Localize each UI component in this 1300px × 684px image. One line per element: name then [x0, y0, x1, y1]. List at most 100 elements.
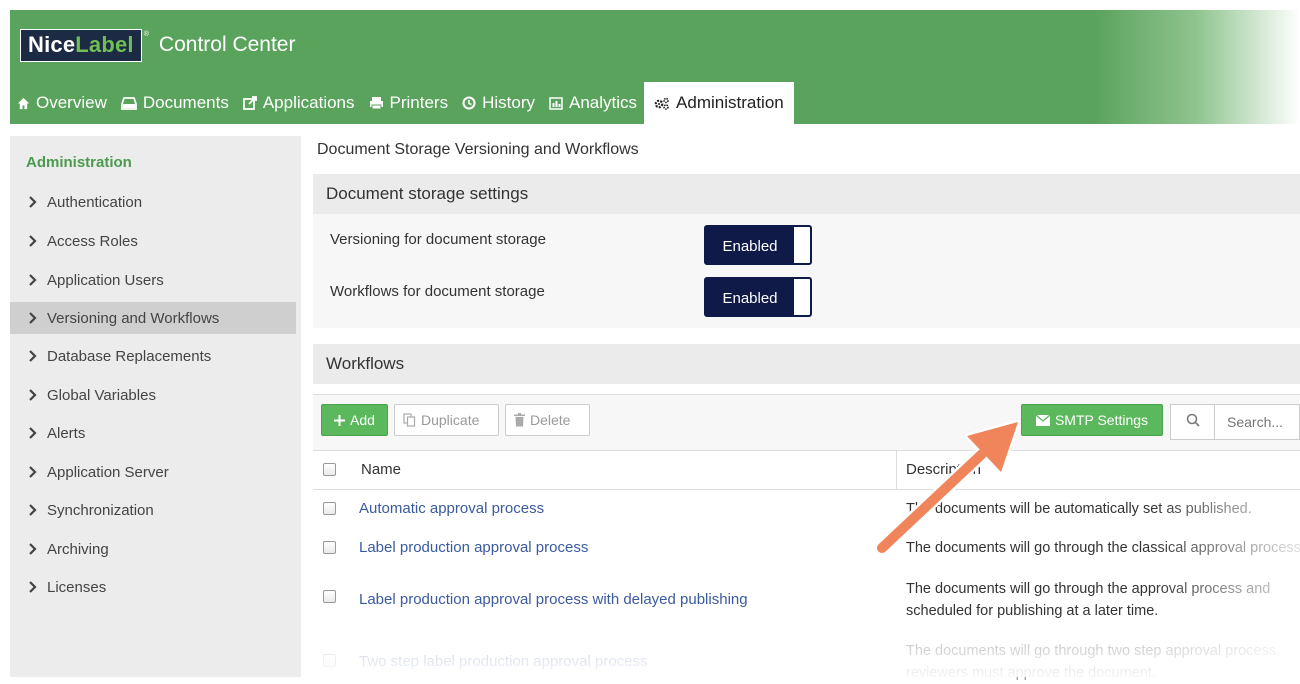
- select-all-checkbox[interactable]: [323, 463, 336, 476]
- drive-icon: [120, 96, 137, 110]
- chevron-right-icon: [28, 427, 38, 439]
- row-description: The documents will go through the approv…: [906, 578, 1270, 622]
- sidebar-item-label: Licenses: [47, 578, 107, 596]
- add-button[interactable]: Add: [321, 404, 388, 436]
- tab-label: Administration: [676, 93, 784, 112]
- tab-applications[interactable]: Applications: [236, 82, 362, 124]
- tab-documents[interactable]: Documents: [114, 82, 236, 124]
- sidebar-item-label: Application Users: [47, 271, 164, 289]
- tab-label: History: [482, 93, 535, 112]
- sidebar-item-label: Global Variables: [47, 386, 156, 404]
- bar-chart-icon: [549, 96, 563, 110]
- printer-icon: [369, 96, 384, 110]
- chevron-right-icon: [28, 235, 38, 247]
- description-line: The documents will be automatically set …: [906, 501, 1252, 517]
- column-header-name[interactable]: Name: [361, 461, 401, 478]
- sidebar-item-licenses[interactable]: Licenses: [10, 571, 296, 603]
- envelope-icon: [1035, 414, 1050, 426]
- sidebar-item-label: Application Server: [47, 463, 169, 481]
- sidebar-item-label: Access Roles: [47, 232, 138, 250]
- sidebar-item-authentication[interactable]: Authentication: [10, 186, 296, 218]
- sidebar-item-label: Alerts: [47, 424, 86, 442]
- sidebar-title: Administration: [26, 154, 132, 171]
- tab-label: Applications: [262, 93, 355, 112]
- row-checkbox[interactable]: [323, 590, 336, 603]
- sidebar-item-alerts[interactable]: Alerts: [10, 417, 296, 449]
- row-name-link[interactable]: Automatic approval process: [359, 500, 544, 517]
- row-checkbox[interactable]: [323, 502, 336, 515]
- tab-label: Analytics: [569, 93, 638, 112]
- row-checkbox[interactable]: [323, 654, 336, 667]
- tab-label: Documents: [142, 93, 229, 112]
- trash-icon: [514, 413, 525, 427]
- sidebar-item-label: Synchronization: [47, 501, 154, 519]
- chevron-right-icon: [28, 312, 38, 324]
- description-line: The documents will go through two step a…: [906, 643, 1280, 659]
- versioning-toggle[interactable]: Enabled: [704, 225, 812, 265]
- home-icon: [17, 97, 30, 110]
- sidebar-item-label: Versioning and Workflows: [47, 309, 220, 327]
- duplicate-button[interactable]: Duplicate: [394, 404, 499, 436]
- tab-history[interactable]: History: [455, 82, 542, 124]
- page-title: Document Storage Versioning and Workflow…: [317, 141, 639, 158]
- row-name-link[interactable]: Label production approval process: [359, 539, 588, 556]
- sidebar-item-global-variables[interactable]: Global Variables: [10, 379, 296, 411]
- sidebar-item-access-roles[interactable]: Access Roles: [10, 225, 296, 257]
- toggle-state: Enabled: [706, 279, 794, 315]
- toggle-state: Enabled: [706, 227, 794, 263]
- add-label: Add: [350, 412, 375, 428]
- registered-mark: ®: [143, 31, 149, 38]
- external-link-icon: [242, 96, 257, 110]
- smtp-settings-button[interactable]: SMTP Settings: [1021, 404, 1163, 436]
- sidebar-item-archiving[interactable]: Archiving: [10, 533, 296, 565]
- description-line: reviewers must approve the document.: [906, 665, 1156, 681]
- main-tabs: Overview Documents Applications Printers…: [10, 82, 794, 124]
- table-header: [313, 450, 1300, 490]
- row-description: The documents will go through the classi…: [906, 537, 1300, 559]
- row-description: The documents will be automatically set …: [906, 498, 1252, 520]
- app-title: Control Center: [158, 33, 296, 56]
- description-line: scheduled for publishing at a later time…: [906, 603, 1159, 619]
- search-icon: [1186, 413, 1200, 432]
- clock-icon: [462, 96, 476, 110]
- chevron-right-icon: [28, 581, 38, 593]
- copy-icon: [403, 413, 416, 427]
- row-checkbox[interactable]: [323, 541, 336, 554]
- delete-button[interactable]: Delete: [505, 404, 590, 436]
- logo-nice: Nice: [28, 31, 76, 57]
- tab-label: Overview: [36, 93, 107, 112]
- tab-printers[interactable]: Printers: [362, 82, 456, 124]
- sidebar-item-versioning-and-workflows[interactable]: Versioning and Workflows: [10, 302, 296, 334]
- chevron-right-icon: [28, 389, 38, 401]
- search-group: [1170, 404, 1300, 440]
- description-line: The documents will go through the classi…: [906, 540, 1300, 556]
- search-button[interactable]: [1171, 405, 1215, 439]
- search-input[interactable]: [1215, 405, 1299, 439]
- chevron-right-icon: [28, 350, 38, 362]
- smtp-label: SMTP Settings: [1054, 412, 1149, 428]
- sidebar-item-synchronization[interactable]: Synchronization: [10, 494, 296, 526]
- workflows-toggle[interactable]: Enabled: [704, 277, 812, 317]
- logo-mark: NiceLabel: [20, 28, 142, 62]
- logo: NiceLabel ® Control Center: [20, 28, 296, 62]
- chevron-right-icon: [28, 466, 38, 478]
- tab-analytics[interactable]: Analytics: [542, 82, 644, 124]
- row-name-link[interactable]: Two step label production approval proce…: [359, 653, 648, 670]
- tab-administration[interactable]: Administration: [644, 82, 794, 124]
- sidebar-item-label: Authentication: [47, 193, 143, 211]
- workflows-header: Workflows: [313, 344, 1300, 384]
- tab-overview[interactable]: Overview: [10, 82, 114, 124]
- sidebar-item-application-server[interactable]: Application Server: [10, 456, 296, 488]
- cogs-icon: [654, 97, 670, 110]
- row-name-link[interactable]: Label production approval process with d…: [359, 591, 748, 608]
- chevron-right-icon: [28, 543, 38, 555]
- sidebar-item-application-users[interactable]: Application Users: [10, 264, 296, 296]
- sidebar: Administration Authentication Access Rol…: [10, 136, 301, 677]
- sidebar-item-label: Database Replacements: [47, 347, 212, 365]
- column-header-description[interactable]: Description: [906, 461, 981, 478]
- chevron-right-icon: [28, 274, 38, 286]
- delete-label: Delete: [530, 412, 571, 428]
- duplicate-label: Duplicate: [421, 412, 480, 428]
- sidebar-item-database-replacements[interactable]: Database Replacements: [10, 340, 296, 372]
- storage-settings-header: Document storage settings: [313, 174, 1300, 214]
